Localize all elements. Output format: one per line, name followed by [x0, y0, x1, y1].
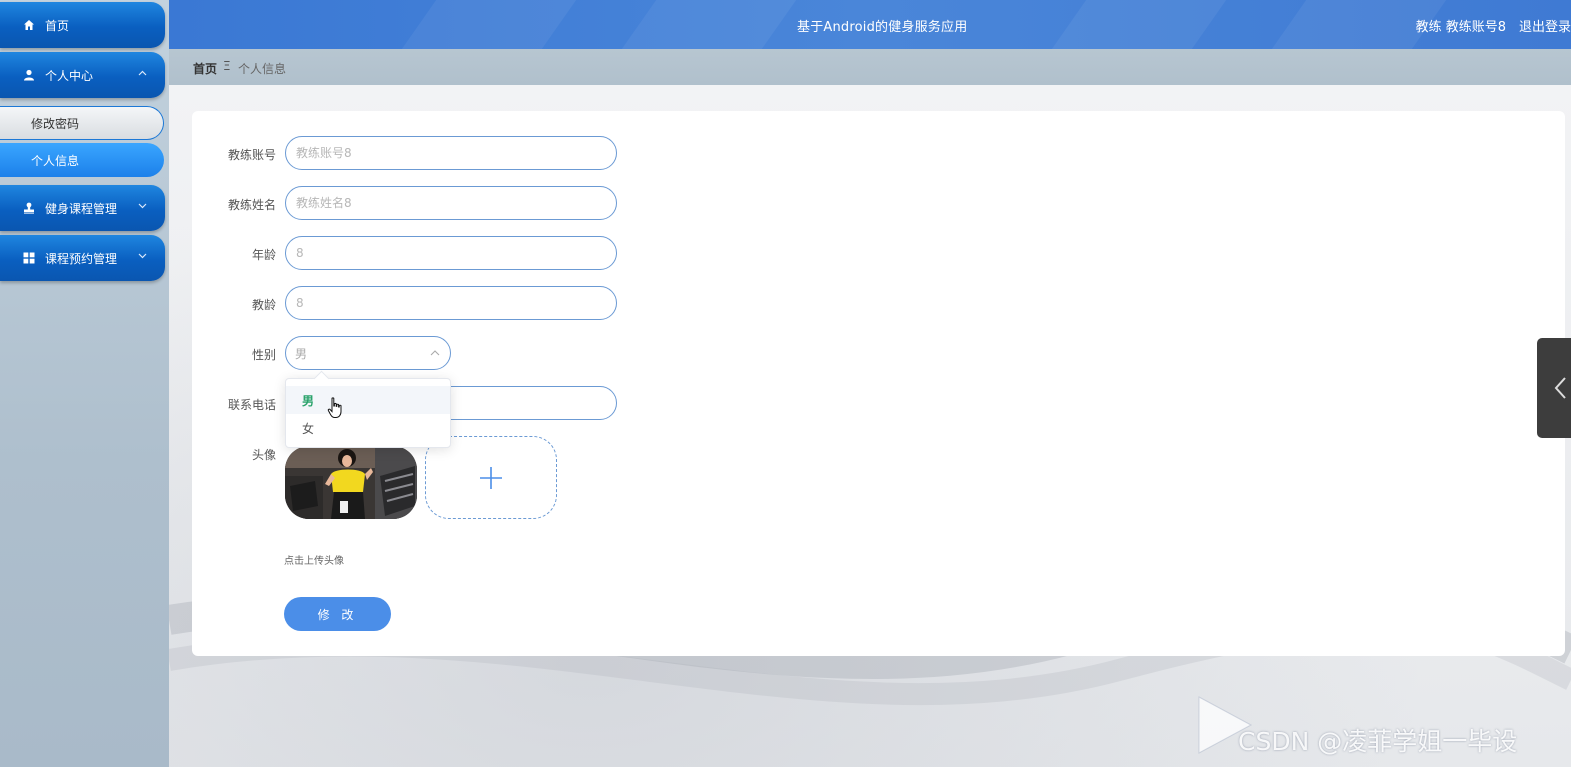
gender-option-female[interactable]: 女 [286, 414, 450, 442]
user-icon [22, 68, 36, 82]
chevron-up-icon [430, 346, 440, 359]
breadcrumb-separator-icon: Ξ [223, 59, 231, 73]
sidebar-item-home[interactable]: 首页 [0, 2, 165, 48]
upload-tip: 点击上传头像 [284, 556, 344, 567]
sidebar-item-label: 健身课程管理 [45, 201, 118, 216]
sidebar: 首页 个人中心 修改密码 个人信息 健身课程管理 课程预约管理 [0, 0, 169, 767]
avatar-upload-button[interactable] [425, 436, 557, 519]
sidebar-item-label: 个人中心 [45, 68, 94, 83]
sidebar-item-label: 课程预约管理 [45, 251, 118, 266]
stamp-icon [22, 201, 36, 215]
teaching-years-input[interactable] [285, 286, 617, 320]
header-decoration [401, 0, 577, 49]
breadcrumb: 首页 Ξ 个人信息 [169, 49, 1571, 85]
header-decoration [621, 0, 797, 49]
top-header: 基于Android的健身服务应用 教练 教练账号8 退出登录 [169, 0, 1571, 49]
gender-select[interactable]: 男 [285, 336, 451, 370]
chevron-left-icon [1554, 377, 1566, 399]
age-input[interactable] [285, 236, 617, 270]
breadcrumb-current: 个人信息 [238, 62, 287, 76]
name-label: 教练姓名 [227, 198, 276, 212]
chevron-down-icon [138, 201, 147, 212]
gender-option-male[interactable]: 男 [286, 386, 450, 414]
account-input[interactable] [285, 136, 617, 170]
gender-dropdown: 男 女 [285, 378, 451, 448]
avatar-label: 头像 [251, 448, 276, 462]
age-label: 年龄 [251, 248, 276, 262]
watermark-text: CSDN @凌菲学姐一毕设 [1238, 727, 1518, 756]
current-user: 教练 教练账号8 [1415, 20, 1506, 35]
sidebar-item-label: 修改密码 [31, 116, 80, 131]
account-label: 教练账号 [227, 148, 276, 162]
chevron-up-icon [138, 68, 147, 79]
sidebar-item-personal-center[interactable]: 个人中心 [0, 52, 165, 98]
sidebar-item-personal-info[interactable]: 个人信息 [0, 143, 164, 177]
phone-label: 联系电话 [227, 398, 276, 412]
sidebar-item-label: 个人信息 [31, 153, 80, 168]
side-panel-toggle[interactable] [1537, 338, 1571, 438]
sidebar-item-change-password[interactable]: 修改密码 [0, 106, 164, 140]
hand-cursor-icon [327, 397, 342, 418]
gender-label: 性别 [251, 348, 276, 362]
sidebar-item-course-management[interactable]: 健身课程管理 [0, 185, 165, 231]
sidebar-item-booking-management[interactable]: 课程预约管理 [0, 235, 165, 281]
plus-icon [480, 466, 502, 489]
breadcrumb-home[interactable]: 首页 [193, 60, 217, 77]
sidebar-item-label: 首页 [45, 18, 70, 33]
gender-select-value: 男 [295, 346, 308, 361]
avatar-image[interactable] [285, 446, 417, 519]
home-icon [22, 18, 36, 32]
submit-button[interactable]: 修 改 [284, 597, 391, 631]
header-decoration [1051, 0, 1227, 49]
name-input[interactable] [285, 186, 617, 220]
app-title: 基于Android的健身服务应用 [797, 20, 968, 35]
grid-icon [22, 251, 36, 265]
logout-link[interactable]: 退出登录 [1519, 16, 1571, 35]
chevron-down-icon [138, 251, 147, 262]
teaching-years-label: 教龄 [251, 298, 276, 312]
